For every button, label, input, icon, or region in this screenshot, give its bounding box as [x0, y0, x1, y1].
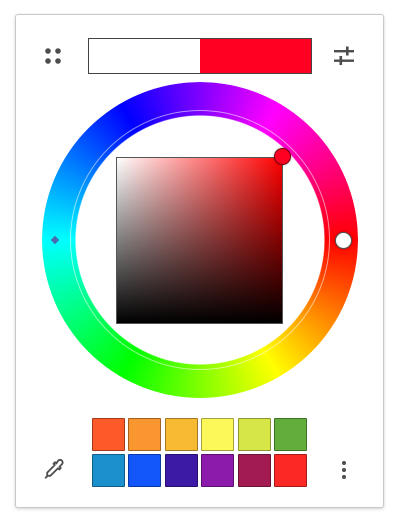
eyedropper-icon	[44, 458, 64, 479]
color-swatch[interactable]	[273, 418, 307, 451]
current-color-swatch	[200, 39, 311, 73]
color-preview	[88, 38, 312, 74]
palette-toggle-button[interactable]	[43, 46, 63, 66]
color-swatch[interactable]	[201, 418, 235, 451]
swatch-grid	[92, 418, 307, 488]
value-gradient	[117, 158, 282, 323]
color-swatch[interactable]	[92, 418, 125, 451]
color-swatch[interactable]	[273, 454, 307, 487]
sliders-icon	[334, 46, 354, 65]
more-options-button[interactable]	[336, 459, 352, 481]
previous-color-swatch[interactable]	[89, 39, 200, 73]
sliders-toggle-button[interactable]	[332, 45, 356, 67]
saturation-value-square[interactable]	[116, 157, 283, 324]
eyedropper-button[interactable]	[43, 458, 65, 480]
color-swatch[interactable]	[237, 418, 271, 451]
color-swatch[interactable]	[128, 418, 162, 451]
color-swatch[interactable]	[237, 454, 271, 487]
hue-wheel-thumb[interactable]	[335, 232, 352, 249]
color-swatch[interactable]	[164, 454, 198, 487]
color-swatch[interactable]	[201, 454, 235, 487]
color-swatch[interactable]	[164, 418, 198, 451]
saturation-value-thumb[interactable]	[274, 148, 291, 165]
vertical-dots-icon	[342, 461, 346, 479]
four-dots-icon	[45, 48, 61, 64]
color-swatch[interactable]	[128, 454, 162, 487]
color-swatch[interactable]	[92, 454, 125, 487]
